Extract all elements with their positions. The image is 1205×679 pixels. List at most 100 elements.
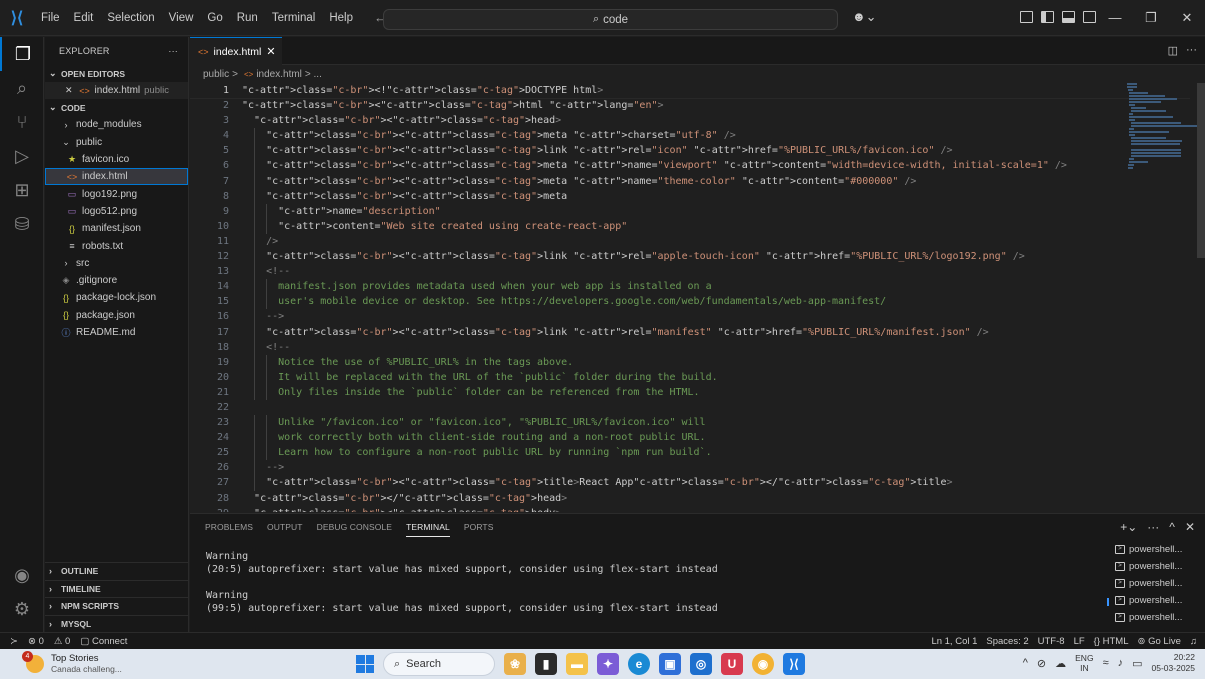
show-hidden-icons-icon[interactable]: ^ <box>1023 657 1028 669</box>
code-line[interactable]: 7 "c-attr">class="c-br"><"c-attr">class=… <box>190 173 1190 189</box>
code-line[interactable]: 17 "c-attr">class="c-br"><"c-attr">class… <box>190 324 1190 340</box>
restore-button[interactable]: ❐ <box>1133 0 1169 36</box>
wifi-icon[interactable]: ≈ <box>1103 657 1109 669</box>
code-line[interactable]: 1 "c-attr">class="c-br"><!"c-attr">class=… <box>190 83 1190 100</box>
menu-view[interactable]: View <box>162 0 201 36</box>
edge-browser-icon[interactable]: e <box>628 653 650 675</box>
tree-item[interactable]: {} package-lock.json <box>45 289 188 306</box>
news-widget[interactable]: 4 Top Stories Canada challeng... <box>22 651 122 675</box>
code-line[interactable]: 21 Only files inside the `public` folder… <box>190 384 1190 400</box>
mcafee-icon[interactable]: U <box>721 653 743 675</box>
widgets-app-icon[interactable]: ❀ <box>504 653 526 675</box>
code-line[interactable]: 2 "c-attr">class="c-br"><"c-attr">class="… <box>190 98 1190 113</box>
outline-section[interactable]: › OUTLINE <box>45 562 188 580</box>
terminal-instance[interactable]: > powershell... <box>1115 592 1197 609</box>
code-line[interactable]: 11 /> <box>190 233 1190 250</box>
tree-item[interactable]: ★ favicon.ico <box>45 151 188 168</box>
minimize-button[interactable]: — <box>1097 0 1133 36</box>
code-line[interactable]: 26 --> <box>190 460 1190 476</box>
volume-icon[interactable]: ♪ <box>1118 657 1124 669</box>
open-editors-section[interactable]: ⌄ OPEN EDITORS <box>45 65 188 82</box>
source-control-icon[interactable]: ⑂ <box>0 105 44 139</box>
cursor-position[interactable]: Ln 1, Col 1 <box>931 636 977 647</box>
code-line[interactable]: 29 "c-attr">class="c-br"><"c-attr">class… <box>190 506 1190 512</box>
terminal-instance[interactable]: > powershell... <box>1115 558 1197 575</box>
tree-item[interactable]: ⓘ README.md <box>45 324 188 341</box>
code-line[interactable]: 10 "c-attr">content="Web site created us… <box>190 218 1190 234</box>
run-debug-icon[interactable]: ▷ <box>0 139 44 173</box>
editor-scrollbar[interactable] <box>1197 83 1205 258</box>
vscode-taskbar-icon[interactable]: ⟩⟨ <box>783 653 805 675</box>
encoding[interactable]: UTF-8 <box>1038 636 1065 647</box>
code-line[interactable]: 13 <!-- <box>190 264 1190 280</box>
tree-item[interactable]: ⌄ public <box>45 134 188 151</box>
code-line[interactable]: 24 work correctly both with client-side … <box>190 430 1190 446</box>
code-line[interactable]: 8 "c-attr">class="c-br"><"c-attr">class=… <box>190 188 1190 204</box>
new-terminal-icon[interactable]: +⌄ <box>1120 520 1137 534</box>
split-editor-icon[interactable]: ◫ <box>1168 44 1178 57</box>
taskbar-search[interactable]: ⌕ Search <box>383 652 495 676</box>
tree-item[interactable]: <> index.html <box>45 168 188 186</box>
store-icon[interactable]: ▣ <box>659 653 681 675</box>
terminal-instance[interactable]: > powershell... <box>1115 541 1197 558</box>
code-line[interactable]: 23 Unlike "/favicon.ico" or "favicon.ico… <box>190 415 1190 431</box>
toggle-panel-icon[interactable] <box>1062 11 1075 23</box>
code-line[interactable]: 19 Notice the use of %PUBLIC_URL% in the… <box>190 354 1190 370</box>
terminal-output[interactable]: Warning (20:5) autoprefixer: start value … <box>206 550 718 615</box>
tree-item[interactable]: {} manifest.json <box>45 220 188 237</box>
terminal-instance[interactable]: > powershell... <box>1115 609 1197 626</box>
breadcrumb-file[interactable]: index.html <box>256 69 302 80</box>
menu-edit[interactable]: Edit <box>67 0 101 36</box>
task-view-icon[interactable]: ▮ <box>535 653 557 675</box>
language-indicator[interactable]: ENG IN <box>1075 653 1093 673</box>
npm-scripts-section[interactable]: › NPM SCRIPTS <box>45 597 188 615</box>
dell-icon[interactable]: ◎ <box>690 653 712 675</box>
code-line[interactable]: 22 <box>190 400 1190 415</box>
code-line[interactable]: 4 "c-attr">class="c-br"><"c-attr">class=… <box>190 128 1190 144</box>
copilot-app-icon[interactable]: ✦ <box>597 653 619 675</box>
customize-layout-icon[interactable] <box>1020 11 1033 23</box>
breadcrumb-folder[interactable]: public <box>203 69 229 80</box>
open-editor-item[interactable]: ✕ <> index.html public <box>45 82 188 100</box>
file-explorer-icon[interactable]: ▬ <box>566 653 588 675</box>
network-extra-icon[interactable]: ⊘ <box>1037 657 1046 670</box>
tree-item[interactable]: ≡ robots.txt <box>45 237 188 254</box>
command-center-search[interactable]: ⌕ code <box>383 9 838 30</box>
tree-item[interactable]: {} package.json <box>45 307 188 324</box>
code-line[interactable]: 20 It will be replaced with the URL of t… <box>190 369 1190 385</box>
panel-tab-terminal[interactable]: TERMINAL <box>406 518 450 537</box>
code-line[interactable]: 18 <!-- <box>190 339 1190 355</box>
remote-icon[interactable]: ≻ <box>0 636 28 647</box>
line-ending[interactable]: LF <box>1074 636 1085 647</box>
language-mode[interactable]: {} HTML <box>1094 636 1129 647</box>
tab-index-html[interactable]: <> index.html ✕ <box>190 37 282 65</box>
chrome-browser-icon[interactable]: ◉ <box>752 653 774 675</box>
close-panel-icon[interactable]: ✕ <box>1185 520 1195 534</box>
panel-tab-problems[interactable]: PROBLEMS <box>205 514 253 540</box>
code-line[interactable]: 3 "c-attr">class="c-br"><"c-attr">class=… <box>190 113 1190 128</box>
cloud-sync-icon[interactable]: ☁ <box>1055 657 1066 670</box>
go-live-button[interactable]: ⊚ Go Live <box>1138 636 1181 647</box>
explorer-icon[interactable]: ❐ <box>0 37 44 71</box>
close-icon[interactable]: ✕ <box>65 85 73 96</box>
panel-tab-output[interactable]: OUTPUT <box>267 514 303 540</box>
windows-start-icon[interactable] <box>356 655 374 673</box>
code-line[interactable]: 14 manifest.json provides metadata used … <box>190 279 1190 295</box>
code-line[interactable]: 9 "c-attr">name="description" <box>190 203 1190 219</box>
tree-item[interactable]: ▭ logo512.png <box>45 203 188 220</box>
menu-run[interactable]: Run <box>230 0 265 36</box>
indentation[interactable]: Spaces: 2 <box>986 636 1028 647</box>
search-view-icon[interactable]: ⌕ <box>0 71 44 105</box>
tree-item[interactable]: › node_modules <box>45 116 188 133</box>
code-line[interactable]: 12 "c-attr">class="c-br"><"c-attr">class… <box>190 249 1190 265</box>
toggle-secondary-sidebar-icon[interactable] <box>1083 11 1096 23</box>
connect-button[interactable]: ▢ Connect <box>80 636 127 647</box>
clock[interactable]: 20:22 05-03-2025 <box>1152 652 1195 674</box>
code-line[interactable]: 25 Learn how to configure a non-root pub… <box>190 445 1190 461</box>
code-line[interactable]: 16 --> <box>190 309 1190 325</box>
accounts-icon[interactable]: ◉ <box>0 558 44 592</box>
extensions-icon[interactable]: ⊞ <box>0 173 44 207</box>
code-line[interactable]: 27 "c-attr">class="c-br"><"c-attr">class… <box>190 475 1190 491</box>
terminal-instance[interactable]: > powershell... <box>1115 575 1197 592</box>
errors-count[interactable]: ⊗ 0 <box>28 636 44 647</box>
